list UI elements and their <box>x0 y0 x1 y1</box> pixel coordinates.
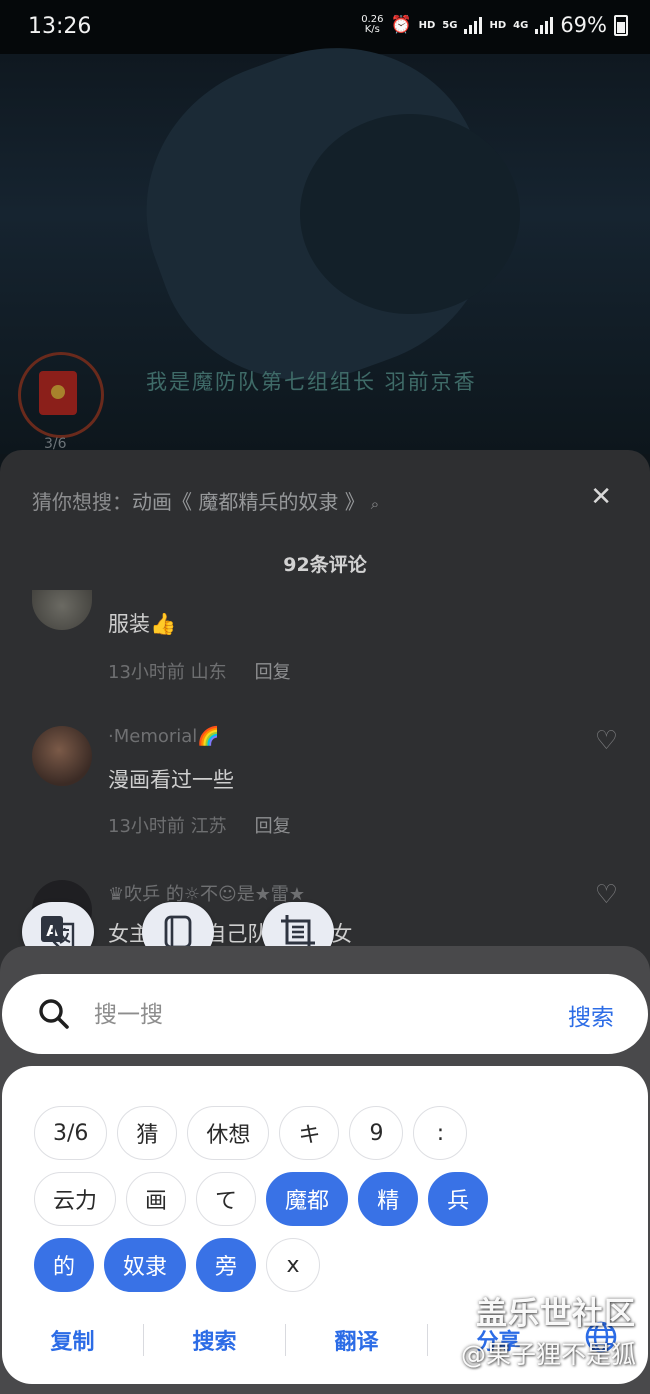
chip-row-1: 3/6 猜 休想 キ 9 : <box>34 1106 624 1160</box>
video-subtitle: 我是魔防队第七组组长 羽前京香 <box>146 370 477 394</box>
search-action-button[interactable]: 搜索 <box>144 1324 286 1356</box>
video-player[interactable]: 我是魔防队第七组组长 羽前京香 3/6 <box>0 5 650 454</box>
word-chip[interactable]: x <box>266 1238 321 1292</box>
share-button[interactable]: 分享 <box>428 1324 569 1356</box>
battery-percent: 69% <box>560 13 607 37</box>
network-5g-label: 5G <box>442 19 458 31</box>
reply-button[interactable]: 回复 <box>255 662 291 683</box>
notebook-icon <box>164 915 192 949</box>
word-chip[interactable]: 9 <box>349 1106 404 1160</box>
word-chip-selected[interactable]: 魔都 <box>266 1172 349 1226</box>
suggest-label: 猜你想搜： <box>32 490 132 514</box>
comment-count: 92条评论 <box>283 554 367 576</box>
globe-icon[interactable] <box>584 1320 618 1354</box>
suggested-search[interactable]: 猜你想搜：动画《 魔都精兵的奴隶 》 ⌕ <box>32 486 379 515</box>
red-packet-icon[interactable] <box>18 352 104 438</box>
word-chip-selected[interactable]: 奴隶 <box>104 1238 187 1292</box>
like-heart-icon[interactable]: ♡ <box>595 726 618 756</box>
word-chip[interactable]: キ <box>279 1106 340 1160</box>
avatar[interactable] <box>32 726 92 786</box>
chip-row-3: 的 奴隶 旁 x <box>34 1238 624 1292</box>
suggest-keyword[interactable]: 动画《 魔都精兵的奴隶 》 <box>132 490 365 514</box>
search-input[interactable] <box>92 994 516 1036</box>
comment-item: 服装👍 13小时前 山东 回复 <box>32 590 622 690</box>
search-icon <box>39 999 69 1029</box>
reply-button[interactable]: 回复 <box>255 816 291 837</box>
signal-icon-2 <box>535 16 554 34</box>
comment-text: 漫画看过一些 <box>108 768 234 792</box>
comment-text: 服装👍 <box>108 612 177 636</box>
status-bar: 13:26 0.26 K/s ⏰ HD 5G HD 4G 69% <box>0 0 650 54</box>
comment-meta: 13小时前 江苏 回复 <box>108 816 291 837</box>
status-icons: 0.26 K/s ⏰ HD 5G HD 4G 69% <box>361 13 628 37</box>
word-chip-selected[interactable]: 旁 <box>196 1238 257 1292</box>
word-chip[interactable]: 猜 <box>117 1106 178 1160</box>
signal-icon <box>464 16 483 34</box>
search-small-icon: ⌕ <box>370 495 380 513</box>
word-chip[interactable]: て <box>196 1172 257 1226</box>
search-button[interactable]: 搜索 <box>568 998 614 1032</box>
red-envelope-coin <box>51 385 65 399</box>
alarm-icon: ⏰ <box>390 15 412 35</box>
video-frame-shape-2 <box>300 114 520 314</box>
search-bar: 搜索 <box>2 974 648 1054</box>
action-bar: 复制 搜索 翻译 分享 <box>2 1318 648 1362</box>
word-chip-selected[interactable]: 的 <box>34 1238 95 1292</box>
translate-button[interactable]: 翻译 <box>286 1324 428 1356</box>
extracted-text-card: 3/6 猜 休想 キ 9 : 云力 画 て 魔都 精 兵 的 奴隶 旁 x 复制… <box>2 1066 648 1384</box>
word-chip[interactable]: 3/6 <box>34 1106 108 1160</box>
chip-row-2: 云力 画 て 魔都 精 兵 <box>34 1172 624 1226</box>
comment-username[interactable]: ♛吹乒 的☼不☺是★雷★ <box>108 880 305 906</box>
avatar[interactable] <box>32 590 92 630</box>
word-chip[interactable]: 画 <box>126 1172 187 1226</box>
word-chip[interactable]: 休想 <box>187 1106 270 1160</box>
status-time: 13:26 <box>28 14 92 39</box>
comment-item: ·Memorial🌈 漫画看过一些 13小时前 江苏 回复 ♡ <box>32 726 622 846</box>
word-chip[interactable]: 云力 <box>34 1172 117 1226</box>
hd-label-2: HD <box>489 19 507 31</box>
word-chip[interactable]: : <box>413 1106 468 1160</box>
word-chips: 3/6 猜 休想 キ 9 : 云力 画 て 魔都 精 兵 的 奴隶 旁 x <box>34 1106 624 1304</box>
comment-meta: 13小时前 山东 回复 <box>108 662 291 683</box>
comment-username[interactable]: ·Memorial🌈 <box>108 726 220 747</box>
copy-button[interactable]: 复制 <box>2 1324 144 1356</box>
word-chip-selected[interactable]: 兵 <box>428 1172 489 1226</box>
word-chip-selected[interactable]: 精 <box>358 1172 419 1226</box>
close-button[interactable]: ✕ <box>590 482 612 512</box>
like-heart-icon[interactable]: ♡ <box>595 880 618 910</box>
hd-label: HD <box>418 19 436 31</box>
network-speed: 0.26 K/s <box>361 14 384 35</box>
battery-icon <box>614 14 628 36</box>
network-4g-label: 4G <box>513 19 529 31</box>
